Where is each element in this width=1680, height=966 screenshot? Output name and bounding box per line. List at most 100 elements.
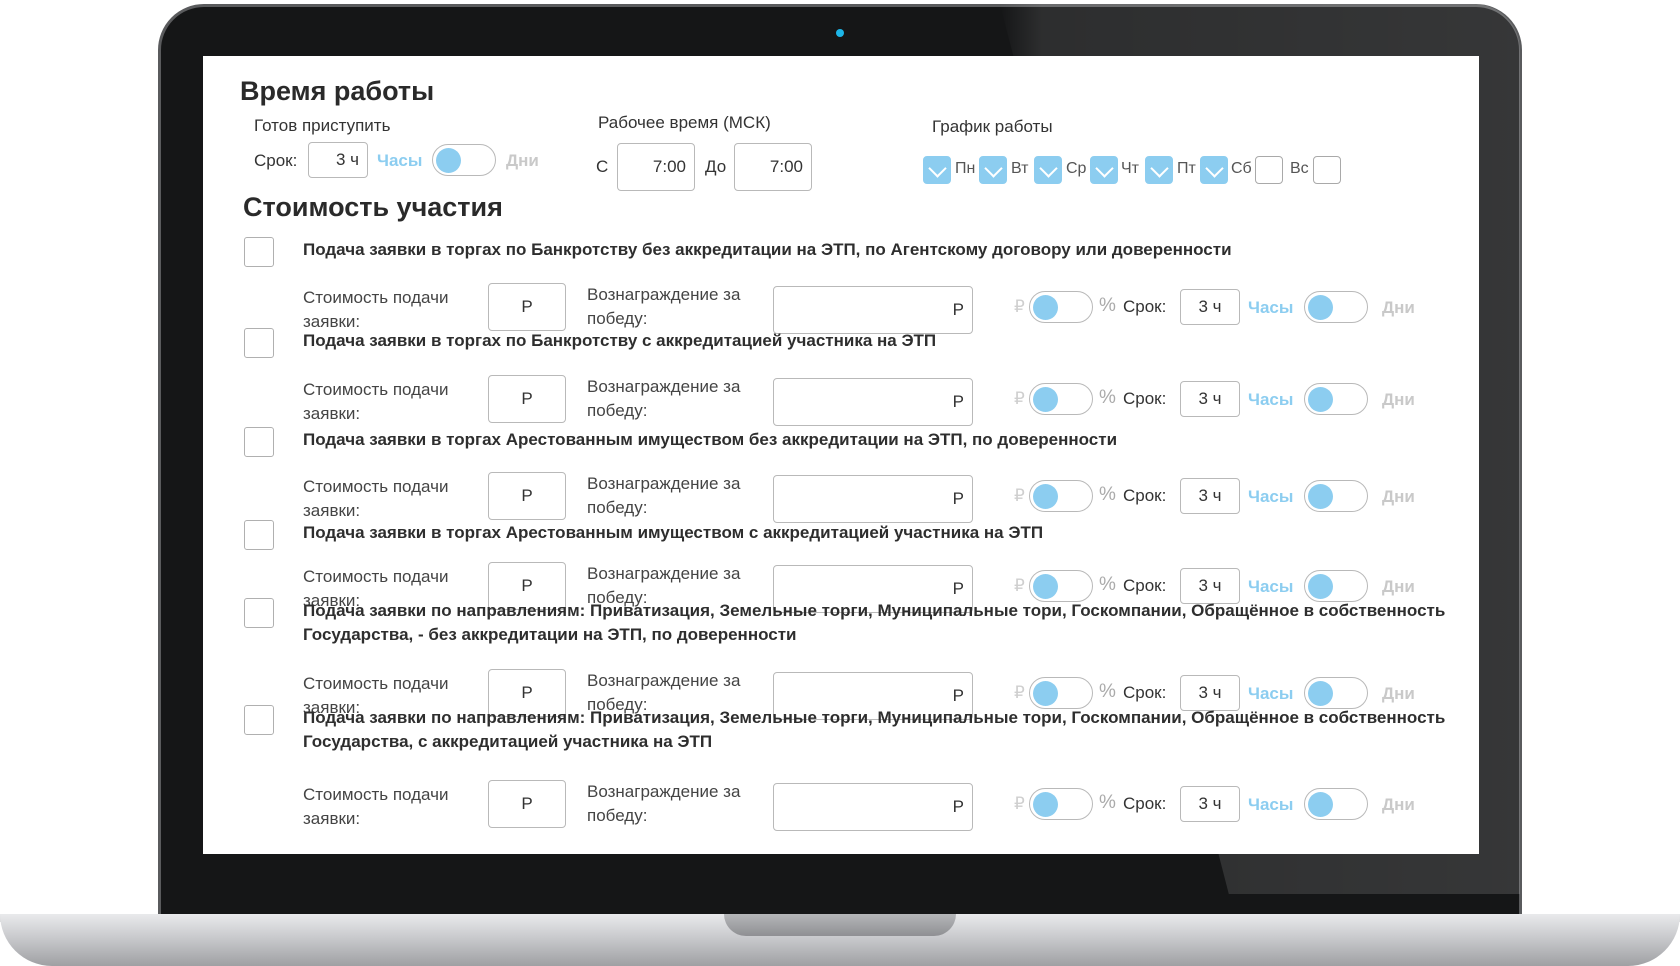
percent-unit[interactable]: % bbox=[1099, 681, 1116, 703]
service-title: Подача заявки в торгах по Банкротству с … bbox=[303, 331, 937, 350]
service-checkbox[interactable] bbox=[244, 328, 274, 358]
fee-label: Стоимость подачи заявки: bbox=[303, 785, 449, 828]
rub-unit[interactable]: ₽ bbox=[1014, 486, 1025, 506]
from-label: С bbox=[596, 157, 609, 176]
unit-days[interactable]: Дни bbox=[1382, 684, 1415, 704]
unit-days[interactable]: Дни bbox=[1382, 298, 1415, 318]
service-checkbox[interactable] bbox=[244, 237, 274, 267]
weekday-label: Пт bbox=[1177, 160, 1196, 177]
unit-days[interactable]: Дни bbox=[1382, 795, 1415, 815]
ready-unit-hours[interactable]: Часы bbox=[377, 151, 422, 171]
term-unit-toggle[interactable] bbox=[1304, 383, 1368, 415]
reward-label: Вознаграждение за победу: bbox=[587, 285, 741, 328]
reward-input[interactable]: Р bbox=[773, 286, 973, 334]
unit-days[interactable]: Дни bbox=[1382, 577, 1415, 597]
fee-label: Стоимость подачи заявки: bbox=[303, 288, 449, 331]
rub-unit[interactable]: ₽ bbox=[1014, 794, 1025, 814]
fee-input[interactable]: Р bbox=[488, 472, 566, 520]
reward-unit-toggle[interactable] bbox=[1029, 480, 1093, 512]
toggle-knob bbox=[1033, 792, 1058, 817]
unit-hours[interactable]: Часы bbox=[1248, 795, 1293, 815]
ready-unit-days[interactable]: Дни bbox=[506, 151, 539, 171]
reward-input[interactable]: Р bbox=[773, 475, 973, 523]
fee-label: Стоимость подачи заявки: bbox=[303, 477, 449, 520]
toggle-knob bbox=[1033, 484, 1058, 509]
weekday-checkbox-6[interactable] bbox=[1200, 156, 1228, 184]
term-input[interactable]: 3 ч bbox=[1180, 478, 1240, 514]
rub-unit[interactable]: ₽ bbox=[1014, 576, 1025, 596]
weekday-label: Вс bbox=[1290, 160, 1309, 177]
section-title-cost: Стоимость участия bbox=[243, 192, 503, 222]
toggle-knob bbox=[1308, 681, 1333, 706]
percent-unit[interactable]: % bbox=[1099, 484, 1116, 506]
rub-unit[interactable]: ₽ bbox=[1014, 297, 1025, 317]
unit-days[interactable]: Дни bbox=[1382, 390, 1415, 410]
term-label: Срок: bbox=[1123, 389, 1167, 408]
term-label: Срок: bbox=[1123, 486, 1167, 505]
term-unit-toggle[interactable] bbox=[1304, 677, 1368, 709]
weekday-checkbox-1[interactable] bbox=[923, 156, 951, 184]
fee-input[interactable]: Р bbox=[488, 283, 566, 331]
service-checkbox[interactable] bbox=[244, 705, 274, 735]
rub-unit[interactable]: ₽ bbox=[1014, 683, 1025, 703]
reward-unit-toggle[interactable] bbox=[1029, 677, 1093, 709]
ready-term-input[interactable]: 3 ч bbox=[308, 142, 368, 178]
reward-unit-toggle[interactable] bbox=[1029, 788, 1093, 820]
service-checkbox[interactable] bbox=[244, 520, 274, 550]
unit-hours[interactable]: Часы bbox=[1248, 684, 1293, 704]
percent-unit[interactable]: % bbox=[1099, 387, 1116, 409]
reward-input[interactable]: Р bbox=[773, 783, 973, 831]
from-time-input[interactable]: 7:00 bbox=[617, 143, 695, 191]
toggle-knob bbox=[1033, 574, 1058, 599]
weekday-checkbox-extra[interactable] bbox=[1313, 156, 1341, 184]
schedule-label: График работы bbox=[932, 117, 1053, 136]
weekday-checkbox-7[interactable] bbox=[1255, 156, 1283, 184]
reward-input[interactable]: Р bbox=[773, 378, 973, 426]
rub-unit[interactable]: ₽ bbox=[1014, 389, 1025, 409]
reward-unit-toggle[interactable] bbox=[1029, 570, 1093, 602]
weekday-checkbox-5[interactable] bbox=[1145, 156, 1173, 184]
ready-unit-toggle[interactable] bbox=[432, 144, 496, 176]
weekday-checkbox-4[interactable] bbox=[1090, 156, 1118, 184]
percent-unit[interactable]: % bbox=[1099, 574, 1116, 596]
reward-label: Вознаграждение за победу: bbox=[587, 782, 741, 825]
fee-input[interactable]: Р bbox=[488, 375, 566, 423]
term-input[interactable]: 3 ч bbox=[1180, 289, 1240, 325]
reward-unit-toggle[interactable] bbox=[1029, 383, 1093, 415]
toggle-knob bbox=[1308, 574, 1333, 599]
section-title-work-time: Время работы bbox=[240, 76, 435, 106]
ready-label: Готов приступить bbox=[254, 116, 391, 135]
service-title: Подача заявки в торгах Арестованным имущ… bbox=[303, 430, 1118, 449]
weekday-checkbox-2[interactable] bbox=[979, 156, 1007, 184]
term-unit-toggle[interactable] bbox=[1304, 788, 1368, 820]
unit-hours[interactable]: Часы bbox=[1248, 487, 1293, 507]
toggle-knob bbox=[1308, 295, 1333, 320]
to-time-input[interactable]: 7:00 bbox=[734, 143, 812, 191]
service-checkbox[interactable] bbox=[244, 598, 274, 628]
service-title: Подача заявки в торгах Арестованным имущ… bbox=[303, 523, 1044, 542]
ready-term-label: Срок: bbox=[254, 151, 298, 170]
term-input[interactable]: 3 ч bbox=[1180, 786, 1240, 822]
fee-label: Стоимость подачи заявки: bbox=[303, 380, 449, 423]
service-checkbox[interactable] bbox=[244, 427, 274, 457]
term-input[interactable]: 3 ч bbox=[1180, 381, 1240, 417]
percent-unit[interactable]: % bbox=[1099, 295, 1116, 317]
term-unit-toggle[interactable] bbox=[1304, 570, 1368, 602]
toggle-knob bbox=[1033, 387, 1058, 412]
weekday-label: Пн bbox=[955, 160, 976, 177]
fee-input[interactable]: Р bbox=[488, 780, 566, 828]
screen: Время работы Готов приступить Срок: 3 ч … bbox=[203, 56, 1479, 854]
unit-hours[interactable]: Часы bbox=[1248, 390, 1293, 410]
service-title: Подача заявки в торгах по Банкротству бе… bbox=[303, 240, 1232, 259]
term-unit-toggle[interactable] bbox=[1304, 291, 1368, 323]
unit-days[interactable]: Дни bbox=[1382, 487, 1415, 507]
reward-unit-toggle[interactable] bbox=[1029, 291, 1093, 323]
toggle-knob bbox=[1308, 484, 1333, 509]
term-unit-toggle[interactable] bbox=[1304, 480, 1368, 512]
term-label: Срок: bbox=[1123, 297, 1167, 316]
unit-hours[interactable]: Часы bbox=[1248, 298, 1293, 318]
toggle-knob bbox=[1033, 681, 1058, 706]
weekday-checkbox-3[interactable] bbox=[1034, 156, 1062, 184]
unit-hours[interactable]: Часы bbox=[1248, 577, 1293, 597]
percent-unit[interactable]: % bbox=[1099, 792, 1116, 814]
